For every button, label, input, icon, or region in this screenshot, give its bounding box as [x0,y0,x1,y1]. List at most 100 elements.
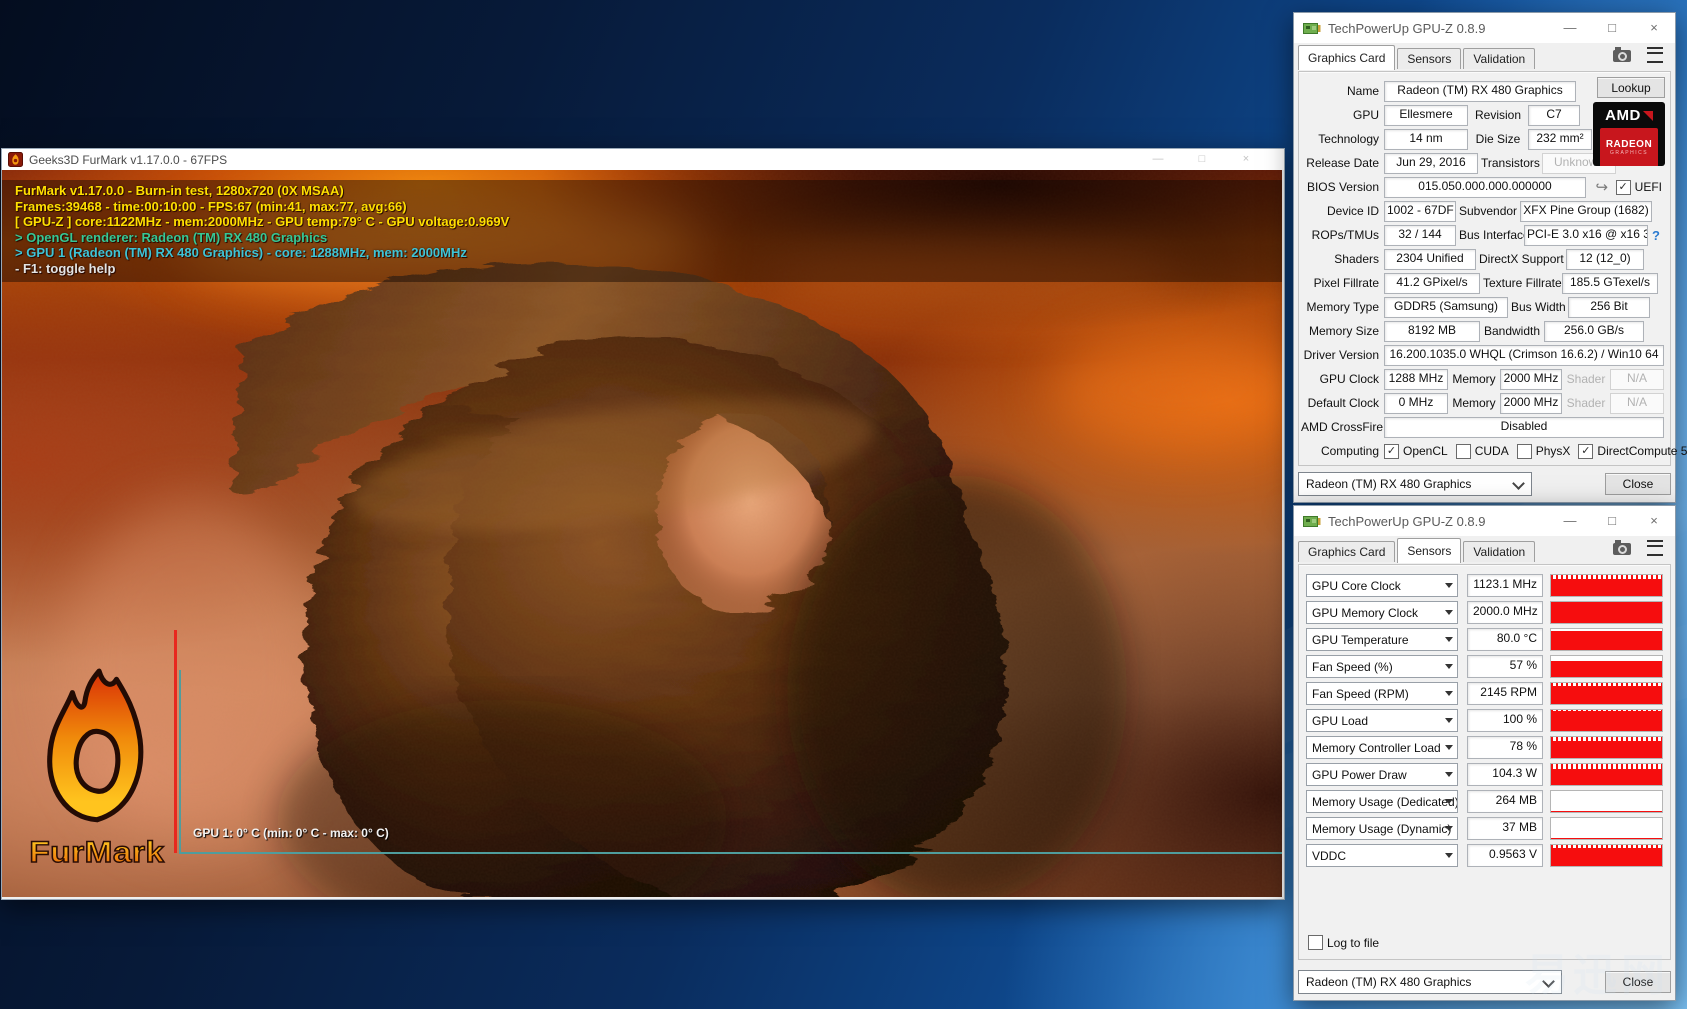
release-date-field[interactable]: Jun 29, 2016 [1384,153,1478,174]
memory-type-label: Memory Type [1301,300,1379,314]
maximize-icon[interactable]: □ [1180,154,1224,165]
menu-hamburger-icon[interactable] [1647,47,1663,63]
sensor-graph [1550,817,1663,840]
shaders-label: Shaders [1301,252,1379,266]
sensor-value[interactable]: 2000.0 MHz [1467,601,1543,624]
device-select-value: Radeon (TM) RX 480 Graphics [1306,477,1471,491]
gpu-clock-field[interactable]: 1288 MHz [1384,369,1448,390]
tab-sensors[interactable]: Sensors [1397,538,1461,563]
texture-fillrate-field[interactable]: 185.5 GTexel/s [1562,273,1658,294]
osd-line-frames-fps: Frames:39468 - time:00:10:00 - FPS:67 (m… [15,199,1269,215]
sensor-value[interactable]: 80.0 °C [1467,628,1543,651]
sensor-select-fan-speed-rpm[interactable]: Fan Speed (RPM) [1306,682,1458,705]
sensor-select-gpu-temperature[interactable]: GPU Temperature [1306,628,1458,651]
revision-field[interactable]: C7 [1528,105,1580,126]
dropdown-arrow-icon [1445,826,1453,831]
bus-interface-field[interactable]: PCI-E 3.0 x16 @ x16 3.0 [1524,225,1648,246]
gpuz2-window-title: TechPowerUp GPU-Z 0.8.9 [1328,514,1542,529]
sensor-value[interactable]: 78 % [1467,736,1543,759]
window-gpuz-graphics-card: TechPowerUp GPU-Z 0.8.9 — □ × Graphics C… [1293,12,1676,503]
furmark-app-icon [8,152,23,167]
device-select-combo[interactable]: Radeon (TM) RX 480 Graphics [1298,472,1532,496]
close-icon[interactable]: × [1633,13,1675,43]
close-icon[interactable]: × [1224,154,1268,165]
sensor-value[interactable]: 57 % [1467,655,1543,678]
minimize-icon[interactable]: — [1549,13,1591,43]
directx-field[interactable]: 12 (12_0) [1566,249,1644,270]
sensor-graph [1550,763,1663,786]
sensor-select-gpu-load[interactable]: GPU Load [1306,709,1458,732]
tab-validation[interactable]: Validation [1463,48,1535,69]
cuda-checkbox[interactable] [1456,444,1471,459]
cuda-label: CUDA [1475,444,1509,458]
rops-tmus-label: ROPs/TMUs [1301,228,1379,242]
sensor-select-memory-controller-load[interactable]: Memory Controller Load [1306,736,1458,759]
gpu-clock-memory-field[interactable]: 2000 MHz [1500,369,1562,390]
name-field[interactable]: Radeon (TM) RX 480 Graphics [1384,81,1576,102]
bus-interface-help-icon[interactable]: ? [1652,228,1660,243]
gpuz2-titlebar[interactable]: TechPowerUp GPU-Z 0.8.9 — □ × [1294,506,1675,536]
sensor-select-gpu-power-draw[interactable]: GPU Power Draw [1306,763,1458,786]
gpu-clock-memory-label: Memory [1451,372,1497,386]
bus-width-field[interactable]: 256 Bit [1568,297,1650,318]
tab-validation[interactable]: Validation [1463,541,1535,562]
share-bios-icon[interactable]: ↪ [1592,179,1612,196]
default-clock-memory-field[interactable]: 2000 MHz [1500,393,1562,414]
sensor-value[interactable]: 0.9563 V [1467,844,1543,867]
sensor-value[interactable]: 1123.1 MHz [1467,574,1543,597]
memory-type-field[interactable]: GDDR5 (Samsung) [1384,297,1508,318]
sensor-value[interactable]: 264 MB [1467,790,1543,813]
gpuz1-titlebar[interactable]: TechPowerUp GPU-Z 0.8.9 — □ × [1294,13,1675,43]
device-select-combo[interactable]: Radeon (TM) RX 480 Graphics [1298,970,1562,994]
driver-version-field[interactable]: 16.200.1035.0 WHQL (Crimson 16.6.2) / Wi… [1384,345,1664,366]
sensor-select-memory-usage-dynamic[interactable]: Memory Usage (Dynamic) [1306,817,1458,840]
crossfire-field[interactable]: Disabled [1384,417,1664,438]
maximize-icon[interactable]: □ [1591,13,1633,43]
maximize-icon[interactable]: □ [1591,506,1633,536]
subvendor-field[interactable]: XFX Pine Group (1682) [1520,201,1652,222]
pixel-fillrate-field[interactable]: 41.2 GPixel/s [1384,273,1480,294]
furmark-osd-overlay: FurMark v1.17.0.0 - Burn-in test, 1280x7… [2,180,1282,282]
physx-checkbox[interactable] [1517,444,1532,459]
lookup-button[interactable]: Lookup [1597,77,1665,98]
sensor-value[interactable]: 2145 RPM [1467,682,1543,705]
memory-size-field[interactable]: 8192 MB [1384,321,1480,342]
sensor-select-gpu-memory-clock[interactable]: GPU Memory Clock [1306,601,1458,624]
screenshot-camera-icon[interactable] [1613,50,1631,62]
default-clock-field[interactable]: 0 MHz [1384,393,1448,414]
tab-graphics-card[interactable]: Graphics Card [1298,45,1395,70]
directcompute-checkbox[interactable]: ✓ [1578,444,1593,459]
tab-graphics-card[interactable]: Graphics Card [1298,541,1395,562]
gpu-clock-shader-field[interactable]: N/A [1610,369,1664,390]
default-clock-shader-field[interactable]: N/A [1610,393,1664,414]
die-size-field[interactable]: 232 mm² [1528,129,1592,150]
close-icon[interactable]: × [1633,506,1675,536]
menu-hamburger-icon[interactable] [1647,540,1663,556]
sensor-value[interactable]: 100 % [1467,709,1543,732]
tab-sensors[interactable]: Sensors [1397,48,1461,69]
sensor-select-gpu-core-clock[interactable]: GPU Core Clock [1306,574,1458,597]
dropdown-arrow-icon [1445,610,1453,615]
shaders-field[interactable]: 2304 Unified [1384,249,1476,270]
screenshot-camera-icon[interactable] [1613,543,1631,555]
sensor-graph [1550,736,1663,759]
sensor-select-fan-speed-pct[interactable]: Fan Speed (%) [1306,655,1458,678]
gpu-field[interactable]: Ellesmere [1384,105,1468,126]
sensor-value[interactable]: 37 MB [1467,817,1543,840]
sensor-value[interactable]: 104.3 W [1467,763,1543,786]
gpuz1-card-panel: Name Radeon (TM) RX 480 Graphics GPU Ell… [1298,71,1671,466]
minimize-icon[interactable]: — [1549,506,1591,536]
opencl-checkbox[interactable]: ✓ [1384,444,1399,459]
sensor-select-vddc[interactable]: VDDC [1306,844,1458,867]
bios-version-field[interactable]: 015.050.000.000.000000 [1384,177,1586,198]
log-to-file-checkbox[interactable] [1308,935,1323,950]
bandwidth-field[interactable]: 256.0 GB/s [1544,321,1644,342]
rops-tmus-field[interactable]: 32 / 144 [1384,225,1456,246]
uefi-checkbox[interactable]: ✓ [1616,180,1631,195]
device-id-field[interactable]: 1002 - 67DF [1384,201,1456,222]
minimize-icon[interactable]: — [1136,154,1180,165]
technology-field[interactable]: 14 nm [1384,129,1468,150]
sensor-select-memory-usage-dedicated[interactable]: Memory Usage (Dedicated) [1306,790,1458,813]
close-button[interactable]: Close [1605,473,1671,495]
furmark-titlebar[interactable]: Geeks3D FurMark v1.17.0.0 - 67FPS — □ × [2,149,1284,170]
